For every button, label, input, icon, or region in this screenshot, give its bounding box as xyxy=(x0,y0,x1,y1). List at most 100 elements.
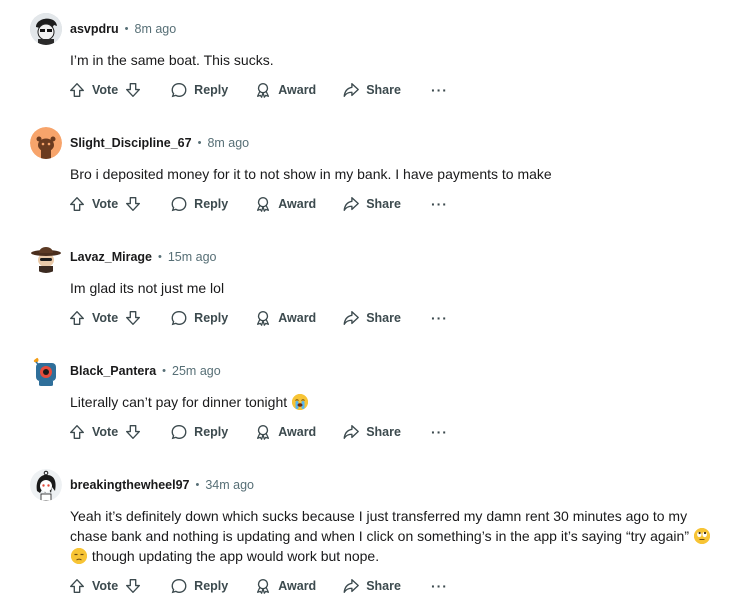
avatar[interactable] xyxy=(30,241,62,273)
loudly-crying-face-emoji-icon xyxy=(292,394,309,410)
speech-bubble-icon xyxy=(171,425,187,440)
speech-bubble-icon xyxy=(171,579,187,594)
username[interactable]: asvpdru xyxy=(70,22,119,36)
separator-dot: • xyxy=(157,251,162,263)
share-button[interactable]: Share xyxy=(342,81,401,99)
share-label: Share xyxy=(366,83,401,97)
upvote-arrow-icon xyxy=(70,197,84,211)
share-button[interactable]: Share xyxy=(342,195,401,213)
black-hair-avatar-icon xyxy=(30,13,62,45)
speech-bubble-icon xyxy=(171,311,187,326)
downvote-button[interactable] xyxy=(124,577,142,595)
rolling-eyes-emoji-icon xyxy=(693,528,710,544)
timestamp[interactable]: 15m ago xyxy=(168,250,217,264)
reply-label: Reply xyxy=(194,83,229,97)
username[interactable]: Black_Pantera xyxy=(70,364,156,378)
award-label: Award xyxy=(278,197,317,211)
timestamp[interactable]: 8m ago xyxy=(135,22,177,36)
comment-body: Literally can’t pay for dinner tonight xyxy=(70,392,746,412)
comment-text-line: though updating the app would work but n… xyxy=(70,546,746,566)
share-arrow-icon xyxy=(343,197,360,211)
share-button[interactable]: Share xyxy=(342,423,401,441)
reply-button[interactable]: Reply xyxy=(170,577,228,595)
award-label: Award xyxy=(278,579,317,593)
downvote-button[interactable] xyxy=(124,195,142,213)
more-options-button[interactable]: ··· xyxy=(431,425,448,439)
share-arrow-icon xyxy=(343,579,360,593)
downvote-arrow-icon xyxy=(126,579,141,593)
timestamp[interactable]: 25m ago xyxy=(172,364,221,378)
comment-actions: Vote Reply Award Share ··· xyxy=(68,194,448,214)
upvote-arrow-icon xyxy=(70,83,84,97)
vote-count: Vote xyxy=(92,83,119,97)
award-button[interactable]: Award xyxy=(254,423,316,441)
downvote-button[interactable] xyxy=(124,81,142,99)
upvote-arrow-icon xyxy=(70,311,84,325)
username[interactable]: Lavaz_Mirage xyxy=(70,250,152,264)
downvote-button[interactable] xyxy=(124,309,142,327)
avatar[interactable] xyxy=(30,127,62,159)
upvote-button[interactable] xyxy=(68,309,86,327)
more-options-button[interactable]: ··· xyxy=(431,311,448,325)
reply-button[interactable]: Reply xyxy=(170,81,228,99)
separator-dot: • xyxy=(195,479,200,491)
username[interactable]: breakingthewheel97 xyxy=(70,478,190,492)
share-arrow-icon xyxy=(343,425,360,439)
reply-label: Reply xyxy=(194,311,229,325)
downvote-arrow-icon xyxy=(126,197,141,211)
vote-count: Vote xyxy=(92,579,119,593)
share-button[interactable]: Share xyxy=(342,577,401,595)
unamused-face-emoji-icon xyxy=(71,548,87,564)
award-icon xyxy=(257,311,270,326)
comment-body: Im glad its not just me lol xyxy=(70,280,225,296)
vote-count: Vote xyxy=(92,311,119,325)
default-snoo-avatar-icon xyxy=(30,127,62,159)
award-button[interactable]: Award xyxy=(254,309,316,327)
timestamp[interactable]: 8m ago xyxy=(207,136,249,150)
reply-button[interactable]: Reply xyxy=(170,195,228,213)
share-label: Share xyxy=(366,311,401,325)
reply-label: Reply xyxy=(194,197,229,211)
avatar[interactable] xyxy=(30,13,62,45)
downvote-button[interactable] xyxy=(124,423,142,441)
comment-text-line: chase bank and nothing is updating and w… xyxy=(70,526,746,546)
share-button[interactable]: Share xyxy=(342,309,401,327)
reply-button[interactable]: Reply xyxy=(170,309,228,327)
award-button[interactable]: Award xyxy=(254,195,316,213)
award-label: Award xyxy=(278,425,317,439)
comment-actions: Vote Reply Award Share ··· xyxy=(68,422,448,442)
more-options-button[interactable]: ··· xyxy=(431,83,448,97)
award-button[interactable]: Award xyxy=(254,81,316,99)
reply-button[interactable]: Reply xyxy=(170,423,228,441)
comment-text: though updating the app would work but n… xyxy=(91,548,380,564)
downvote-arrow-icon xyxy=(126,311,141,325)
upvote-button[interactable] xyxy=(68,577,86,595)
share-label: Share xyxy=(366,425,401,439)
timestamp[interactable]: 34m ago xyxy=(205,478,254,492)
more-options-button[interactable]: ··· xyxy=(431,197,448,211)
award-button[interactable]: Award xyxy=(254,577,316,595)
avatar[interactable] xyxy=(30,469,62,501)
speech-bubble-icon xyxy=(171,83,187,98)
award-icon xyxy=(257,579,270,594)
upvote-button[interactable] xyxy=(68,195,86,213)
comment-body: I’m in the same boat. This sucks. xyxy=(70,52,274,68)
robot-avatar-icon xyxy=(30,355,62,387)
snoo-black-hair-avatar-icon xyxy=(30,469,62,501)
comment-header: breakingthewheel97 • 34m ago xyxy=(70,476,254,494)
username[interactable]: Slight_Discipline_67 xyxy=(70,136,192,150)
comment-actions: Vote Reply Award Share ··· xyxy=(68,576,448,596)
avatar[interactable] xyxy=(30,355,62,387)
separator-dot: • xyxy=(124,23,129,35)
comment-body: Bro i deposited money for it to not show… xyxy=(70,166,552,182)
more-options-button[interactable]: ··· xyxy=(431,579,448,593)
share-arrow-icon xyxy=(343,311,360,325)
reply-label: Reply xyxy=(194,425,229,439)
comment-header: Lavaz_Mirage • 15m ago xyxy=(70,248,217,266)
comment-header: Slight_Discipline_67 • 8m ago xyxy=(70,134,249,152)
downvote-arrow-icon xyxy=(126,83,141,97)
upvote-button[interactable] xyxy=(68,423,86,441)
upvote-button[interactable] xyxy=(68,81,86,99)
reply-label: Reply xyxy=(194,579,229,593)
comment-header: asvpdru • 8m ago xyxy=(70,20,176,38)
